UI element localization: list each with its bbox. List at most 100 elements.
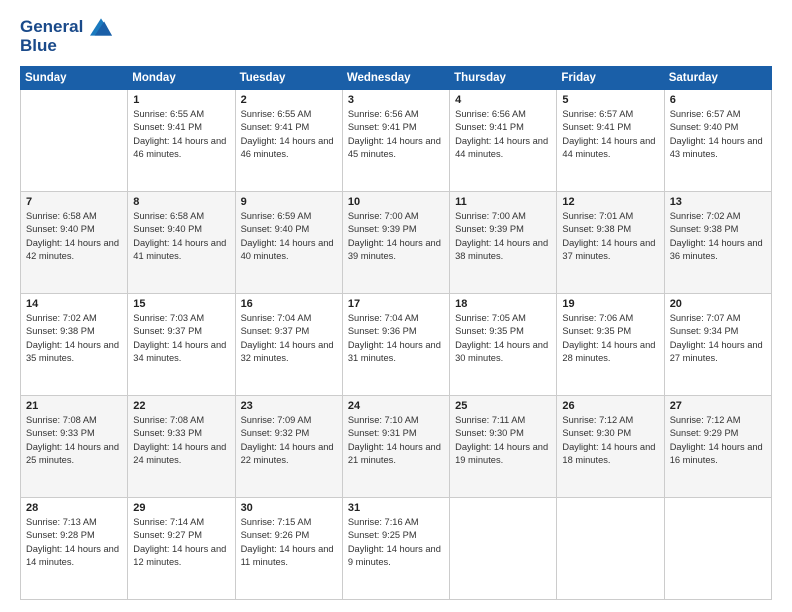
calendar-cell: 26 Sunrise: 7:12 AMSunset: 9:30 PMDayligh… xyxy=(557,396,664,498)
calendar-cell: 21 Sunrise: 7:08 AMSunset: 9:33 PMDayligh… xyxy=(21,396,128,498)
day-number: 19 xyxy=(562,298,658,310)
day-number: 14 xyxy=(26,298,122,310)
day-info: Sunrise: 7:04 AMSunset: 9:37 PMDaylight:… xyxy=(241,312,337,366)
day-number: 3 xyxy=(348,94,444,106)
day-info: Sunrise: 7:16 AMSunset: 9:25 PMDaylight:… xyxy=(348,516,444,570)
day-info: Sunrise: 7:02 AMSunset: 9:38 PMDaylight:… xyxy=(670,210,766,264)
calendar-cell: 10Sunrise: 7:00 AMSunset: 9:39 PMDayligh… xyxy=(342,192,449,294)
day-info: Sunrise: 7:08 AMSunset: 9:33 PMDaylight:… xyxy=(26,414,122,468)
day-number: 20 xyxy=(670,298,766,310)
calendar-week-1: 7 Sunrise: 6:58 AMSunset: 9:40 PMDaylight… xyxy=(21,192,772,294)
day-info: Sunrise: 7:03 AMSunset: 9:37 PMDaylight:… xyxy=(133,312,229,366)
logo: General Blue xyxy=(20,16,112,56)
calendar-cell xyxy=(21,90,128,192)
col-header-tuesday: Tuesday xyxy=(235,67,342,90)
calendar-cell: 27 Sunrise: 7:12 AMSunset: 9:29 PMDayligh… xyxy=(664,396,771,498)
logo-blue: Blue xyxy=(20,36,112,56)
col-header-thursday: Thursday xyxy=(450,67,557,90)
day-info: Sunrise: 6:55 AMSunset: 9:41 PMDaylight:… xyxy=(133,108,229,162)
calendar-cell: 31Sunrise: 7:16 AMSunset: 9:25 PMDayligh… xyxy=(342,498,449,600)
day-number: 9 xyxy=(241,196,337,208)
calendar-cell: 14 Sunrise: 7:02 AMSunset: 9:38 PMDayligh… xyxy=(21,294,128,396)
day-info: Sunrise: 6:57 AMSunset: 9:41 PMDaylight:… xyxy=(562,108,658,162)
calendar-cell: 18 Sunrise: 7:05 AMSunset: 9:35 PMDayligh… xyxy=(450,294,557,396)
day-info: Sunrise: 6:56 AMSunset: 9:41 PMDaylight:… xyxy=(455,108,551,162)
day-number: 12 xyxy=(562,196,658,208)
calendar-cell: 7Sunrise: 6:58 AMSunset: 9:40 PMDaylight… xyxy=(21,192,128,294)
logo-text: General xyxy=(20,16,112,38)
calendar-header-row: SundayMondayTuesdayWednesdayThursdayFrid… xyxy=(21,67,772,90)
day-number: 5 xyxy=(562,94,658,106)
day-number: 30 xyxy=(241,502,337,514)
calendar-cell xyxy=(557,498,664,600)
day-number: 26 xyxy=(562,400,658,412)
day-info: Sunrise: 7:12 AMSunset: 9:30 PMDaylight:… xyxy=(562,414,658,468)
day-number: 15 xyxy=(133,298,229,310)
day-number: 27 xyxy=(670,400,766,412)
calendar-cell: 24 Sunrise: 7:10 AMSunset: 9:31 PMDayligh… xyxy=(342,396,449,498)
header: General Blue xyxy=(20,16,772,56)
calendar-cell: 1 Sunrise: 6:55 AMSunset: 9:41 PMDaylight… xyxy=(128,90,235,192)
calendar-cell: 9Sunrise: 6:59 AMSunset: 9:40 PMDaylight… xyxy=(235,192,342,294)
day-number: 23 xyxy=(241,400,337,412)
day-info: Sunrise: 7:01 AMSunset: 9:38 PMDaylight:… xyxy=(562,210,658,264)
calendar-week-4: 28 Sunrise: 7:13 AMSunset: 9:28 PMDayligh… xyxy=(21,498,772,600)
day-info: Sunrise: 7:14 AMSunset: 9:27 PMDaylight:… xyxy=(133,516,229,570)
calendar-week-0: 1 Sunrise: 6:55 AMSunset: 9:41 PMDaylight… xyxy=(21,90,772,192)
calendar-cell: 23Sunrise: 7:09 AMSunset: 9:32 PMDayligh… xyxy=(235,396,342,498)
day-number: 29 xyxy=(133,502,229,514)
calendar-week-3: 21 Sunrise: 7:08 AMSunset: 9:33 PMDayligh… xyxy=(21,396,772,498)
calendar-cell: 13 Sunrise: 7:02 AMSunset: 9:38 PMDayligh… xyxy=(664,192,771,294)
day-info: Sunrise: 6:56 AMSunset: 9:41 PMDaylight:… xyxy=(348,108,444,162)
day-info: Sunrise: 7:11 AMSunset: 9:30 PMDaylight:… xyxy=(455,414,551,468)
day-number: 28 xyxy=(26,502,122,514)
day-number: 8 xyxy=(133,196,229,208)
day-info: Sunrise: 7:15 AMSunset: 9:26 PMDaylight:… xyxy=(241,516,337,570)
calendar-cell: 12 Sunrise: 7:01 AMSunset: 9:38 PMDayligh… xyxy=(557,192,664,294)
day-number: 6 xyxy=(670,94,766,106)
day-number: 24 xyxy=(348,400,444,412)
day-info: Sunrise: 6:58 AMSunset: 9:40 PMDaylight:… xyxy=(133,210,229,264)
day-info: Sunrise: 7:00 AMSunset: 9:39 PMDaylight:… xyxy=(348,210,444,264)
day-info: Sunrise: 7:10 AMSunset: 9:31 PMDaylight:… xyxy=(348,414,444,468)
day-number: 13 xyxy=(670,196,766,208)
day-number: 4 xyxy=(455,94,551,106)
calendar-table: SundayMondayTuesdayWednesdayThursdayFrid… xyxy=(20,66,772,600)
day-number: 16 xyxy=(241,298,337,310)
day-info: Sunrise: 7:04 AMSunset: 9:36 PMDaylight:… xyxy=(348,312,444,366)
calendar-cell: 17 Sunrise: 7:04 AMSunset: 9:36 PMDayligh… xyxy=(342,294,449,396)
calendar-cell: 30 Sunrise: 7:15 AMSunset: 9:26 PMDayligh… xyxy=(235,498,342,600)
day-info: Sunrise: 7:02 AMSunset: 9:38 PMDaylight:… xyxy=(26,312,122,366)
calendar-cell xyxy=(450,498,557,600)
day-info: Sunrise: 7:13 AMSunset: 9:28 PMDaylight:… xyxy=(26,516,122,570)
day-number: 2 xyxy=(241,94,337,106)
day-number: 21 xyxy=(26,400,122,412)
day-info: Sunrise: 7:08 AMSunset: 9:33 PMDaylight:… xyxy=(133,414,229,468)
col-header-saturday: Saturday xyxy=(664,67,771,90)
day-number: 25 xyxy=(455,400,551,412)
day-number: 1 xyxy=(133,94,229,106)
col-header-sunday: Sunday xyxy=(21,67,128,90)
col-header-wednesday: Wednesday xyxy=(342,67,449,90)
calendar-cell: 5 Sunrise: 6:57 AMSunset: 9:41 PMDaylight… xyxy=(557,90,664,192)
page: General Blue SundayMondayTuesdayWednesda… xyxy=(0,0,792,612)
day-info: Sunrise: 7:12 AMSunset: 9:29 PMDaylight:… xyxy=(670,414,766,468)
calendar-cell: 6 Sunrise: 6:57 AMSunset: 9:40 PMDaylight… xyxy=(664,90,771,192)
day-number: 7 xyxy=(26,196,122,208)
day-number: 11 xyxy=(455,196,551,208)
day-info: Sunrise: 7:05 AMSunset: 9:35 PMDaylight:… xyxy=(455,312,551,366)
calendar-cell: 28 Sunrise: 7:13 AMSunset: 9:28 PMDayligh… xyxy=(21,498,128,600)
day-number: 17 xyxy=(348,298,444,310)
day-info: Sunrise: 7:07 AMSunset: 9:34 PMDaylight:… xyxy=(670,312,766,366)
calendar-cell: 29 Sunrise: 7:14 AMSunset: 9:27 PMDayligh… xyxy=(128,498,235,600)
day-number: 18 xyxy=(455,298,551,310)
calendar-cell: 4 Sunrise: 6:56 AMSunset: 9:41 PMDaylight… xyxy=(450,90,557,192)
calendar-cell: 25 Sunrise: 7:11 AMSunset: 9:30 PMDayligh… xyxy=(450,396,557,498)
calendar-cell: 2 Sunrise: 6:55 AMSunset: 9:41 PMDaylight… xyxy=(235,90,342,192)
calendar-cell: 22Sunrise: 7:08 AMSunset: 9:33 PMDayligh… xyxy=(128,396,235,498)
day-info: Sunrise: 6:57 AMSunset: 9:40 PMDaylight:… xyxy=(670,108,766,162)
col-header-monday: Monday xyxy=(128,67,235,90)
day-info: Sunrise: 7:00 AMSunset: 9:39 PMDaylight:… xyxy=(455,210,551,264)
day-info: Sunrise: 6:55 AMSunset: 9:41 PMDaylight:… xyxy=(241,108,337,162)
calendar-cell: 11 Sunrise: 7:00 AMSunset: 9:39 PMDayligh… xyxy=(450,192,557,294)
